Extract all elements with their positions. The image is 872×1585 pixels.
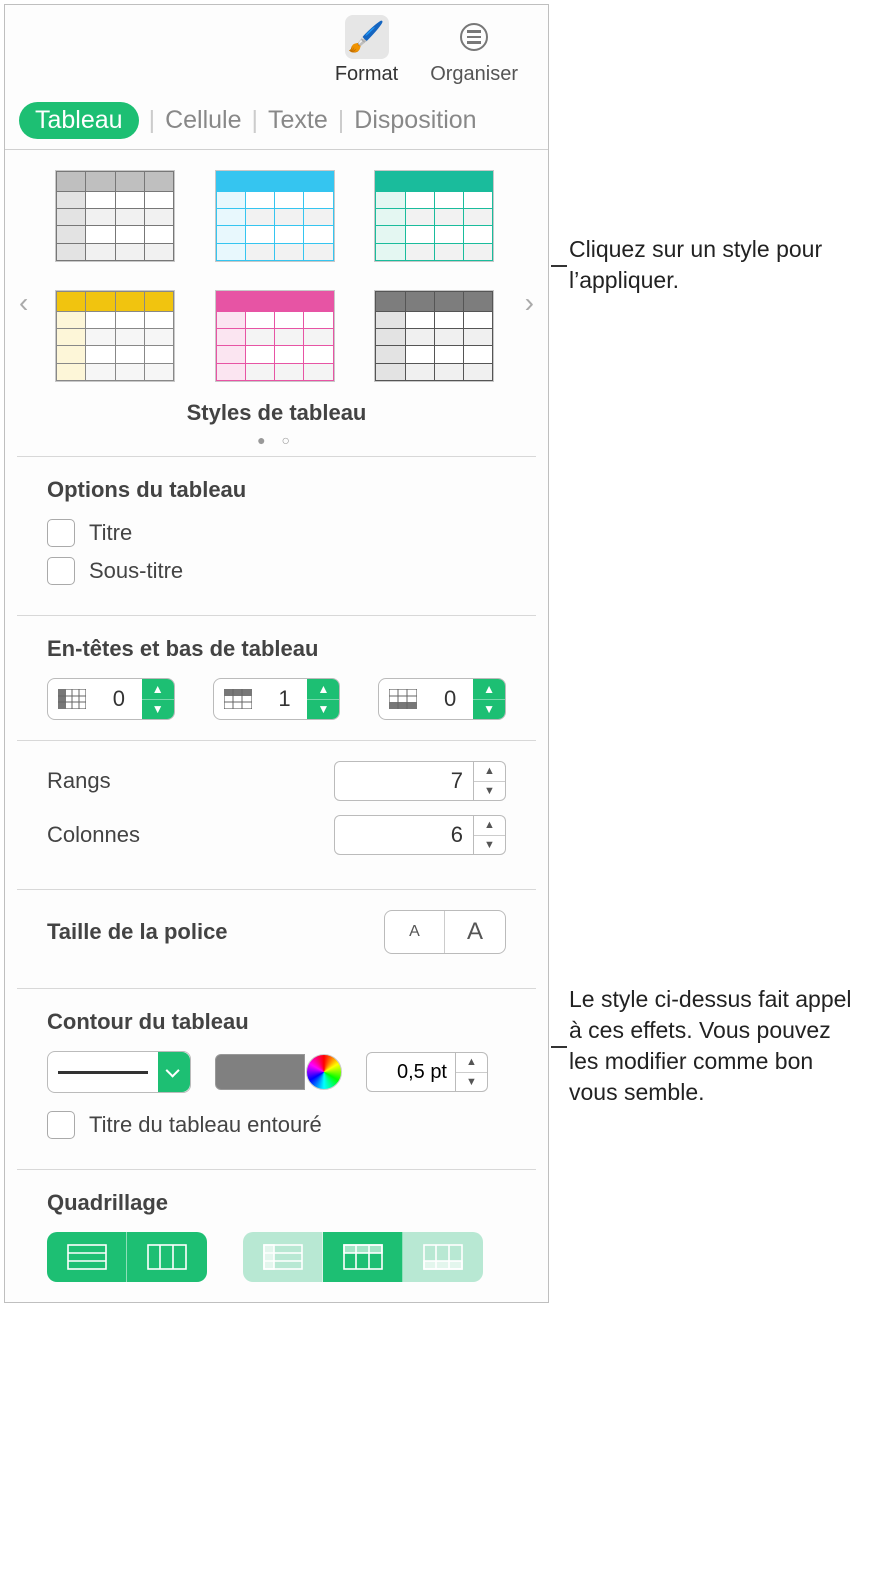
footer-rows-stepper[interactable]: 0 ▲▼ (378, 678, 506, 720)
table-style-4[interactable] (55, 290, 175, 382)
color-swatch[interactable] (215, 1054, 305, 1090)
headers-footers-section: En-têtes et bas de tableau 0 ▲▼ 1 ▲▼ (17, 615, 536, 740)
grid-horizontal-body[interactable] (47, 1232, 127, 1282)
brush-icon: 🖌️ (348, 20, 385, 55)
styles-page-dots[interactable]: ● ○ (55, 432, 498, 448)
rows-stepper[interactable]: ▲▼ (474, 761, 506, 801)
table-style-5[interactable] (215, 290, 335, 382)
subtitle-checkbox[interactable] (47, 557, 75, 585)
header-row-icon (214, 689, 262, 709)
footer-rows-value: 0 (427, 686, 473, 712)
tab-cellule[interactable]: Cellule (165, 106, 241, 135)
font-size-control[interactable]: A A (384, 910, 506, 954)
color-wheel-icon[interactable] (306, 1054, 342, 1090)
table-style-2[interactable] (215, 170, 335, 262)
callout-1: Cliquez sur un style pour l’appliquer. (569, 236, 822, 293)
cols-stepper[interactable]: ▲▼ (474, 815, 506, 855)
rows-input[interactable] (334, 761, 474, 801)
callout-2: Le style ci-dessus fait appel à ces effe… (569, 986, 852, 1105)
outline-color-well[interactable] (215, 1054, 342, 1090)
header-cols-value: 0 (96, 686, 142, 712)
grid-section: Quadrillage (17, 1169, 536, 1302)
cols-input[interactable] (334, 815, 474, 855)
tab-tableau[interactable]: Tableau (19, 102, 139, 139)
grid-header-col-lines[interactable] (243, 1232, 323, 1282)
subtitle-label: Sous-titre (89, 558, 183, 584)
styles-title: Styles de tableau (55, 400, 498, 426)
stepper-arrows-icon[interactable]: ▲▼ (142, 679, 174, 719)
tab-texte[interactable]: Texte (268, 106, 328, 135)
outline-section: Contour du tableau ▲▼ Titre du tableau e… (17, 988, 536, 1169)
decrease-font-icon[interactable]: A (385, 911, 445, 953)
toolbar-top: 🖌️ Format Organiser (5, 5, 548, 92)
organize-label: Organiser (430, 63, 518, 86)
cols-label: Colonnes (47, 822, 140, 848)
outlined-title-checkbox[interactable] (47, 1111, 75, 1139)
grid-vertical-body[interactable] (127, 1232, 207, 1282)
outlined-title-label: Titre du tableau entouré (89, 1112, 322, 1138)
tab-disposition[interactable]: Disposition (354, 106, 476, 135)
header-columns-stepper[interactable]: 0 ▲▼ (47, 678, 175, 720)
table-style-3[interactable] (374, 170, 494, 262)
stepper-arrows-icon[interactable]: ▲▼ (307, 679, 339, 719)
rows-label: Rangs (47, 768, 111, 794)
inspector-panel: 🖌️ Format Organiser Tableau | Cellule | … (4, 4, 549, 1303)
table-style-1[interactable] (55, 170, 175, 262)
footer-row-icon (379, 689, 427, 709)
outline-width-input[interactable] (366, 1052, 456, 1092)
outline-width-stepper[interactable]: ▲▼ (456, 1052, 488, 1092)
header-rows-value: 1 (262, 686, 308, 712)
inspector-tabs: Tableau | Cellule | Texte | Disposition (5, 92, 548, 150)
line-sample-icon (48, 1071, 158, 1074)
font-size-section: Taille de la police A A (17, 889, 536, 988)
outline-title: Contour du tableau (47, 1009, 506, 1035)
format-label: Format (335, 63, 398, 86)
list-circle-icon (460, 23, 488, 51)
header-col-icon (48, 689, 96, 709)
stepper-arrows-icon[interactable]: ▲▼ (473, 679, 505, 719)
format-tool[interactable]: 🖌️ Format (335, 15, 398, 86)
grid-header-row-lines[interactable] (323, 1232, 403, 1282)
table-style-6[interactable] (374, 290, 494, 382)
styles-next[interactable]: › (525, 287, 534, 319)
rows-cols-section: Rangs ▲▼ Colonnes ▲▼ (17, 740, 536, 889)
font-size-title: Taille de la police (47, 919, 228, 945)
styles-prev[interactable]: ‹ (19, 287, 28, 319)
headers-title: En-têtes et bas de tableau (47, 636, 506, 662)
title-checkbox[interactable] (47, 519, 75, 547)
increase-font-icon[interactable]: A (445, 911, 505, 953)
grid-title: Quadrillage (47, 1190, 506, 1216)
title-label: Titre (89, 520, 132, 546)
table-styles-area: ‹ › Styles de tableau ● ○ (5, 150, 548, 456)
grid-footer-row-lines[interactable] (403, 1232, 483, 1282)
organize-tool[interactable]: Organiser (430, 15, 518, 86)
outline-style-dropdown[interactable] (47, 1051, 191, 1093)
options-title: Options du tableau (47, 477, 506, 503)
table-options-section: Options du tableau Titre Sous-titre (17, 456, 536, 615)
header-rows-stepper[interactable]: 1 ▲▼ (213, 678, 341, 720)
chevron-down-icon (158, 1052, 190, 1092)
